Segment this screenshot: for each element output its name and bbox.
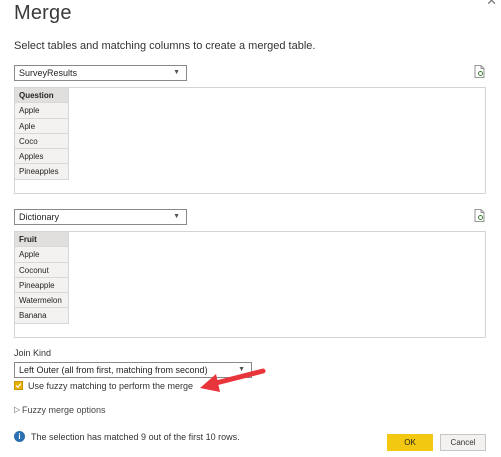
expand-triangle-icon[interactable]: ▷ <box>14 405 20 414</box>
fuzzy-merge-options-link[interactable]: Fuzzy merge options <box>22 405 106 415</box>
dialog-title: Merge <box>14 2 72 24</box>
table2-column-header[interactable]: Fruit <box>15 232 69 248</box>
table-cell: Apple <box>15 247 69 263</box>
table-cell: Apple <box>15 103 69 119</box>
table1-column[interactable]: Question Apple Aple Coco Apples Pineappl… <box>15 88 69 180</box>
table-cell: Pineapple <box>15 277 69 294</box>
refresh-preview-icon[interactable] <box>474 209 485 222</box>
table-cell: Aple <box>15 118 69 134</box>
table1-preview: Question Apple Aple Coco Apples Pineappl… <box>14 87 486 194</box>
status-text: The selection has matched 9 out of the f… <box>31 432 240 442</box>
table-cell: Coconut <box>15 262 69 278</box>
join-kind-value: Left Outer (all from first, matching fro… <box>19 365 208 375</box>
table2-select-value: Dictionary <box>19 212 60 222</box>
chevron-down-icon: ▼ <box>173 69 180 76</box>
chevron-down-icon: ▼ <box>173 213 180 220</box>
dialog-subtitle: Select tables and matching columns to cr… <box>14 40 316 52</box>
table-cell: Pineapples <box>15 164 69 180</box>
table-cell: Coco <box>15 133 69 150</box>
cancel-button[interactable]: Cancel <box>440 434 486 451</box>
table2-column[interactable]: Fruit Apple Coconut Pineapple Watermelon… <box>15 232 69 324</box>
checkmark-icon <box>15 383 22 389</box>
table2-preview: Fruit Apple Coconut Pineapple Watermelon… <box>14 231 486 338</box>
table1-select[interactable]: SurveyResults ▼ <box>14 65 187 81</box>
table-cell: Apples <box>15 149 69 165</box>
table-cell: Banana <box>15 308 69 324</box>
table1-column-header[interactable]: Question <box>15 88 69 104</box>
close-icon[interactable]: ✕ <box>486 0 497 9</box>
table-cell: Watermelon <box>15 293 69 309</box>
info-icon: i <box>14 431 25 442</box>
fuzzy-match-checkbox[interactable] <box>14 381 23 390</box>
table1-select-value: SurveyResults <box>19 68 78 78</box>
ok-button[interactable]: OK <box>387 434 433 451</box>
table2-select[interactable]: Dictionary ▼ <box>14 209 187 225</box>
join-kind-label: Join Kind <box>14 348 52 358</box>
refresh-preview-icon[interactable] <box>474 65 485 78</box>
annotation-arrow-icon <box>200 368 266 392</box>
fuzzy-match-label[interactable]: Use fuzzy matching to perform the merge <box>28 381 193 391</box>
